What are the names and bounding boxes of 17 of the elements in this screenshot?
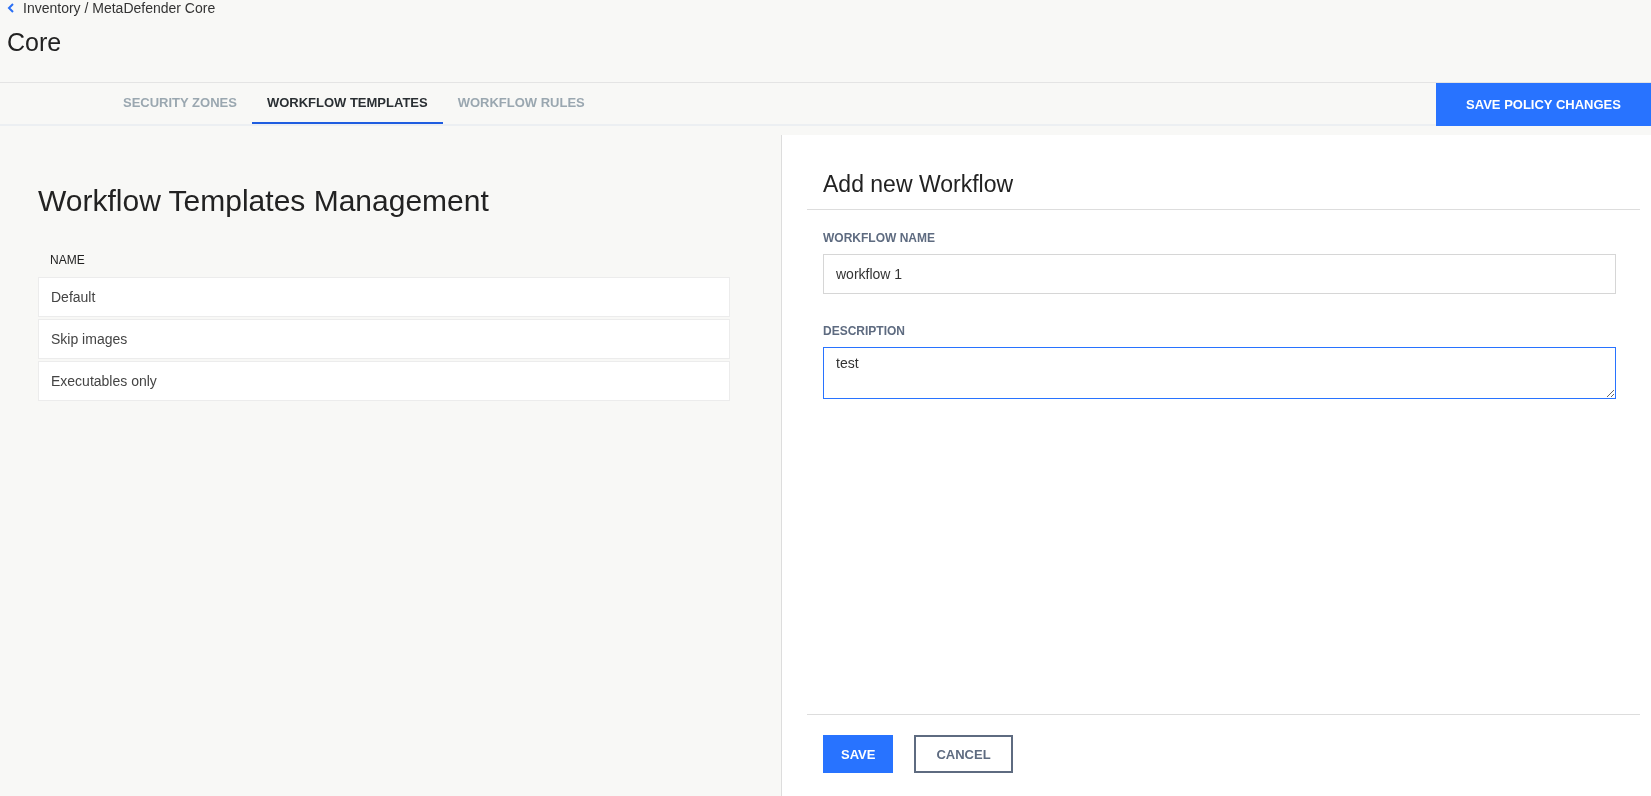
tab[interactable]: WORKFLOW TEMPLATES [251,83,443,124]
description-field[interactable]: test [823,347,1616,399]
column-header: NAME [49,253,86,269]
breadcrumb-link[interactable]: Inventory / MetaDefender Core [23,0,216,16]
field-label: DESCRIPTION [823,324,906,338]
field-label: WORKFLOW NAME [823,231,936,245]
page-title: Core [7,28,63,57]
panel-title: Add new Workflow [807,135,1640,210]
template-row[interactable]: Executables only [38,361,730,401]
template-row[interactable]: Default [38,277,730,317]
back-chevron-icon[interactable] [7,3,15,13]
cancel-button[interactable]: CANCEL [914,735,1013,773]
save-button[interactable]: SAVE [823,735,894,773]
template-row[interactable]: Skip images [38,319,730,359]
name-input-field[interactable]: workflow 1 [823,254,1616,294]
section-title: Workflow Templates Management [38,184,490,218]
save-policy-changes-button[interactable]: SAVE POLICY CHANGES [1436,83,1651,126]
